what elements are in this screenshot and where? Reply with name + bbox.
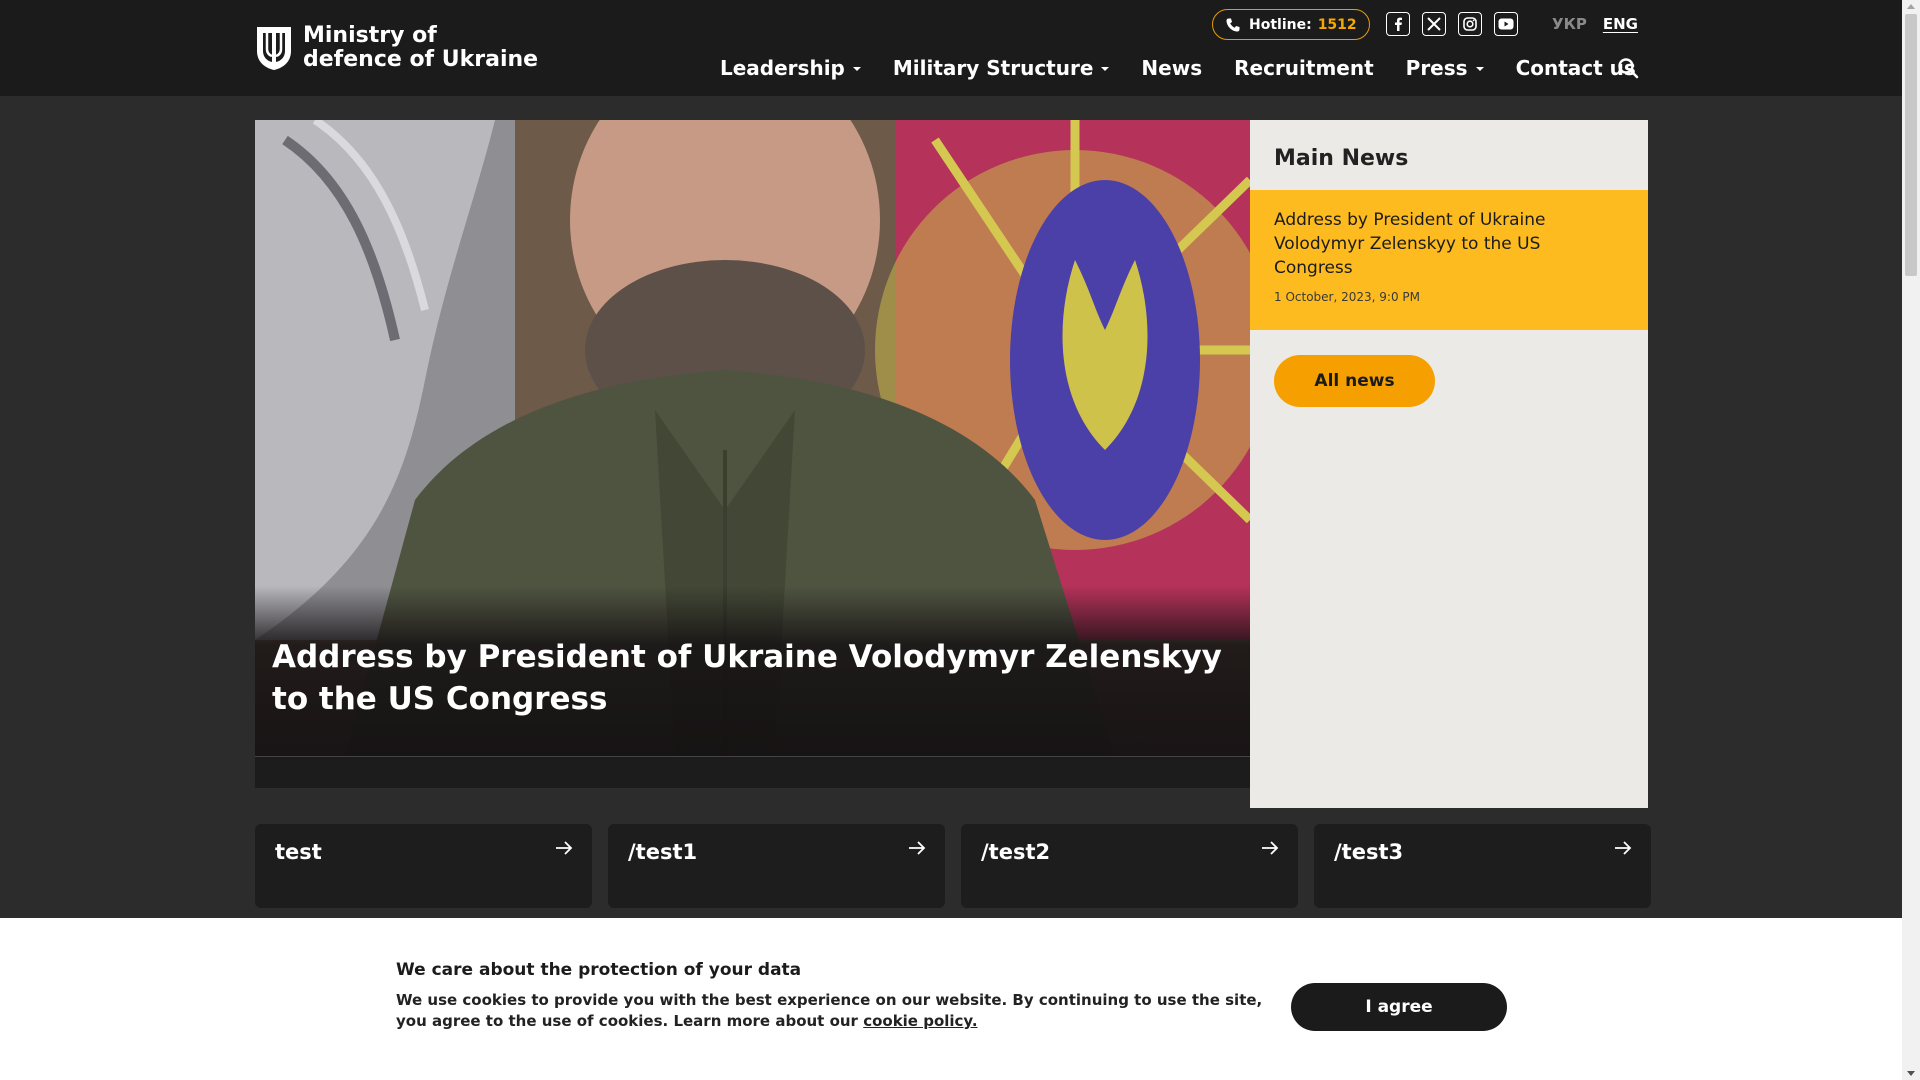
chevron-down-icon [852,67,861,71]
cookie-agree-button[interactable]: I agree [1291,983,1507,1031]
cookie-title: We care about the protection of your dat… [396,960,802,980]
nav-recruitment[interactable]: Recruitment [1234,56,1374,80]
nav-leadership-label: Leadership [720,56,845,80]
lang-ukr-link[interactable]: УКР [1552,15,1587,33]
quick-link-card[interactable]: /test2 [961,824,1298,908]
site-logo[interactable]: Ministry of defence of Ukraine [255,24,538,72]
instagram-icon[interactable] [1458,12,1482,36]
cookie-body: We use cookies to provide you with the b… [396,991,1263,1030]
quick-link-label: /test1 [628,840,698,864]
hotline-number: 1512 [1317,16,1357,33]
quick-link-label: test [275,840,322,864]
hotline-button[interactable]: Hotline: 1512 [1212,9,1370,40]
quick-links: test /test1 /test2 /test3 [255,824,1651,908]
hero-news-banner[interactable]: Address by President of Ukraine Volodymy… [255,120,1250,756]
nav-military-structure[interactable]: Military Structure [893,56,1110,80]
scrollbar-thumb[interactable] [1905,14,1917,276]
main-nav: Leadership Military Structure News Recru… [720,56,1636,80]
nav-press-label: Press [1405,56,1468,80]
scroll-down-arrow-icon[interactable] [1907,1071,1915,1076]
nav-military-structure-label: Military Structure [892,56,1094,80]
quick-link-card[interactable]: /test1 [608,824,945,908]
arrow-right-icon [556,841,573,855]
arrow-right-icon [909,841,926,855]
arrow-right-icon [1615,841,1632,855]
youtube-icon[interactable] [1494,12,1518,36]
hero-title[interactable]: Address by President of Ukraine Volodymy… [272,636,1232,720]
main-news-heading: Main News [1274,146,1409,171]
language-switcher: УКР ENG [1552,15,1638,33]
logo-line-2: defence of Ukraine [303,47,539,72]
site-header: Ministry of defence of Ukraine Hotline: … [0,0,1902,96]
nav-news-label: News [1141,56,1203,80]
nav-leadership[interactable]: Leadership [720,56,861,80]
search-icon[interactable] [1616,56,1640,80]
hotline-label: Hotline: [1249,16,1312,33]
cookie-text: We use cookies to provide you with the b… [396,990,1266,1032]
nav-recruitment-label: Recruitment [1234,56,1374,80]
quick-link-card[interactable]: /test3 [1314,824,1651,908]
lang-eng-link[interactable]: ENG [1603,15,1638,33]
facebook-icon[interactable] [1386,12,1410,36]
cookie-banner: We care about the protection of your dat… [0,918,1902,1080]
chevron-down-icon [1475,67,1484,71]
main-news-item-title: Address by President of Ukraine Volodymy… [1274,210,1546,278]
social-links [1386,12,1518,36]
main-news-panel: Main News Address by President of Ukrain… [1250,120,1648,808]
hero-caption-strip [255,756,1250,788]
all-news-button[interactable]: All news [1274,355,1435,407]
page-scrollbar[interactable] [1902,0,1920,1080]
quick-link-label: /test3 [1334,840,1404,864]
logo-text: Ministry of defence of Ukraine [303,24,538,72]
phone-icon [1226,18,1240,31]
x-twitter-icon[interactable] [1422,12,1446,36]
scroll-up-arrow-icon[interactable] [1907,4,1915,9]
trident-logo-icon [257,27,291,70]
quick-link-card[interactable]: test [255,824,592,908]
nav-press[interactable]: Press [1406,56,1484,80]
nav-news[interactable]: News [1141,56,1202,80]
main-news-item[interactable]: Address by President of Ukraine Volodymy… [1250,190,1648,330]
logo-line-1: Ministry of [303,23,437,48]
main-news-item-date: 1 October, 2023, 9:0 PM [1274,290,1420,304]
chevron-down-icon [1101,67,1110,71]
cookie-policy-link[interactable]: cookie policy. [863,1012,977,1030]
arrow-right-icon [1262,841,1279,855]
quick-link-label: /test2 [981,840,1051,864]
